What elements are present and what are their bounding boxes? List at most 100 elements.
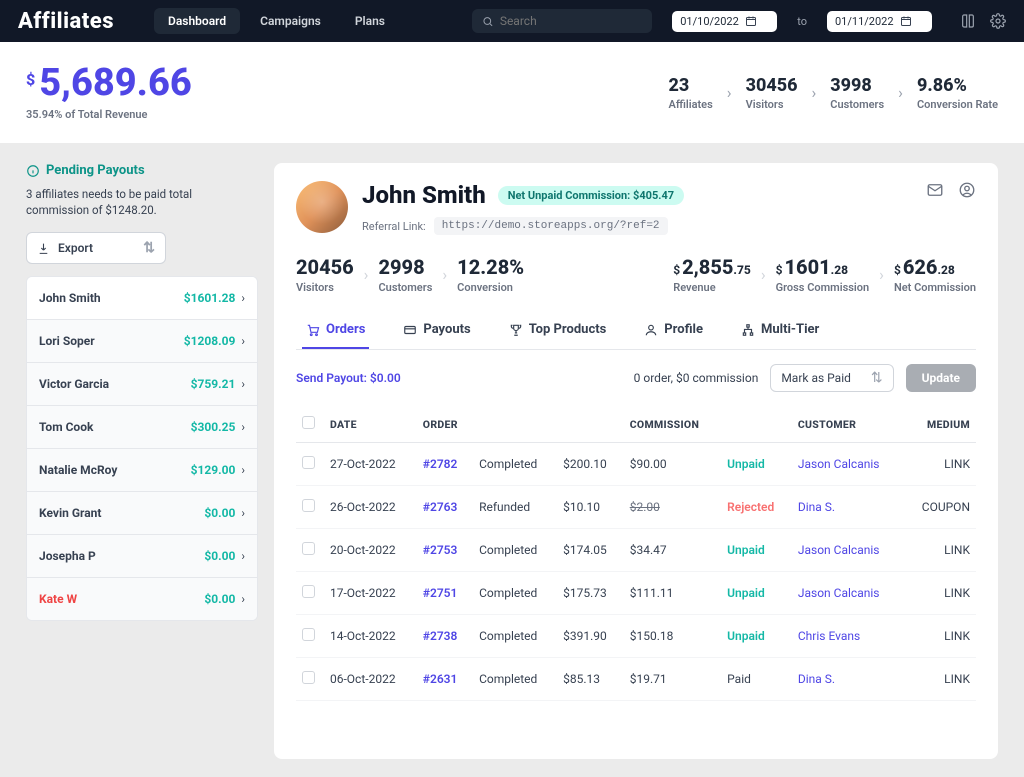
cell-amount: $200.10 xyxy=(557,443,624,486)
docs-icon[interactable] xyxy=(960,13,976,29)
mark-as-select[interactable]: Mark as Paid ⇅ xyxy=(770,364,893,392)
tab-orders[interactable]: Orders xyxy=(302,312,369,349)
th-date: DATE xyxy=(324,406,417,443)
cell-customer[interactable]: Jason Calcanis xyxy=(792,529,904,572)
calendar-icon xyxy=(745,15,757,27)
chevron-right-icon: › xyxy=(898,83,903,102)
orders-table: DATE ORDER COMMISSION CUSTOMER MEDIUM 27… xyxy=(296,406,976,701)
date-from-field[interactable]: 01/10/2022 xyxy=(672,11,777,32)
affiliate-row[interactable]: Kate W $0.00 › xyxy=(27,578,257,620)
table-row: 06-Oct-2022#2631Completed$85.13$19.71Pai… xyxy=(296,658,976,701)
row-checkbox[interactable] xyxy=(296,658,324,701)
th-customer: CUSTOMER xyxy=(792,406,904,443)
affiliate-name: Victor Garcia xyxy=(39,377,109,391)
row-checkbox[interactable] xyxy=(296,572,324,615)
affiliate-name: Josepha P xyxy=(39,549,96,563)
th-payout xyxy=(721,406,792,443)
affiliate-amount: $1208.09 xyxy=(184,334,236,348)
row-checkbox[interactable] xyxy=(296,486,324,529)
table-row: 14-Oct-2022#2738Completed$391.90$150.18U… xyxy=(296,615,976,658)
date-from-value: 01/10/2022 xyxy=(680,15,739,28)
send-payout-link[interactable]: Send Payout: $0.00 xyxy=(296,371,401,385)
tab-multi-tier[interactable]: Multi-Tier xyxy=(737,312,823,349)
affiliate-name: Tom Cook xyxy=(39,420,93,434)
cell-payout-status: Rejected xyxy=(721,486,792,529)
tab-payouts[interactable]: Payouts xyxy=(399,312,474,349)
pending-payouts-header: Pending Payouts xyxy=(26,163,258,178)
affiliate-name: John Smith xyxy=(39,291,101,305)
tab-profile[interactable]: Profile xyxy=(640,312,707,349)
nav-tab-dashboard[interactable]: Dashboard xyxy=(154,8,240,34)
cell-amount: $10.10 xyxy=(557,486,624,529)
cell-order-id[interactable]: #2753 xyxy=(417,529,473,572)
search-box[interactable] xyxy=(472,9,652,33)
profile-header: John Smith Net Unpaid Commission: $405.4… xyxy=(296,181,976,235)
nav-tabs: Dashboard Campaigns Plans xyxy=(154,8,399,34)
cell-order-id[interactable]: #2738 xyxy=(417,615,473,658)
th-commission: COMMISSION xyxy=(624,406,721,443)
affiliate-row[interactable]: Lori Soper$1208.09› xyxy=(27,320,257,363)
affiliate-amount: $0.00 xyxy=(204,592,235,606)
search-input[interactable] xyxy=(500,14,642,28)
card-icon xyxy=(403,323,417,337)
select-arrows-icon: ⇅ xyxy=(143,244,155,252)
row-checkbox[interactable] xyxy=(296,529,324,572)
profile-metrics: 20456Visitors › 2998Customers › 12.28%Co… xyxy=(296,255,976,294)
referral-link[interactable]: https://demo.storeapps.org/?ref=2 xyxy=(434,217,668,235)
total-revenue-block: $ 5,689.66 35.94% of Total Revenue xyxy=(26,64,192,121)
metric-conversion: 12.28%Conversion xyxy=(457,255,524,294)
chevron-right-icon: › xyxy=(241,592,245,606)
cell-medium: LINK xyxy=(904,572,976,615)
topnav-icons xyxy=(960,13,1006,29)
cell-commission: $34.47 xyxy=(624,529,721,572)
affiliate-row[interactable]: Victor Garcia$759.21› xyxy=(27,363,257,406)
body: Pending Payouts 3 affiliates needs to be… xyxy=(0,143,1024,777)
affiliate-row[interactable]: Josepha P$0.00› xyxy=(27,535,257,578)
row-checkbox[interactable] xyxy=(296,615,324,658)
nav-tab-campaigns[interactable]: Campaigns xyxy=(246,8,335,34)
cell-order-id[interactable]: #2763 xyxy=(417,486,473,529)
cell-medium: LINK xyxy=(904,615,976,658)
affiliate-name: Kate W xyxy=(39,592,77,606)
date-to-field[interactable]: 01/11/2022 xyxy=(827,11,932,32)
cell-status: Completed xyxy=(473,443,557,486)
cell-status: Completed xyxy=(473,615,557,658)
cell-customer[interactable]: Dina S. xyxy=(792,658,904,701)
affiliate-row[interactable]: John Smith$1601.28› xyxy=(27,277,257,320)
cell-medium: LINK xyxy=(904,658,976,701)
update-button[interactable]: Update xyxy=(906,364,976,392)
summary-customers: 3998Customers xyxy=(830,75,884,111)
affiliate-name: Natalie McRoy xyxy=(39,463,117,477)
cell-customer[interactable]: Chris Evans xyxy=(792,615,904,658)
orders-table-wrap: DATE ORDER COMMISSION CUSTOMER MEDIUM 27… xyxy=(296,406,976,759)
chevron-right-icon: › xyxy=(241,549,245,563)
tab-top-products[interactable]: Top Products xyxy=(505,312,611,349)
summary-conversion: 9.86%Conversion Rate xyxy=(917,75,998,111)
cell-amount: $175.73 xyxy=(557,572,624,615)
profile-action-icons xyxy=(926,181,976,199)
user-icon[interactable] xyxy=(958,181,976,199)
referral-label: Referral Link: xyxy=(362,220,426,233)
profile-tab-icon xyxy=(644,323,658,337)
chevron-right-icon: › xyxy=(241,420,245,434)
metric-visitors: 20456Visitors xyxy=(296,255,354,294)
row-checkbox[interactable] xyxy=(296,443,324,486)
cell-order-id[interactable]: #2782 xyxy=(417,443,473,486)
affiliate-row[interactable]: Tom Cook$300.25› xyxy=(27,406,257,449)
affiliate-row[interactable]: Natalie McRoy$129.00› xyxy=(27,449,257,492)
export-button[interactable]: Export ⇅ xyxy=(26,232,166,264)
order-selection-text: 0 order, $0 commission xyxy=(634,371,759,385)
th-order: ORDER xyxy=(417,406,473,443)
cell-customer[interactable]: Jason Calcanis xyxy=(792,443,904,486)
mail-icon[interactable] xyxy=(926,181,944,199)
cell-customer[interactable]: Jason Calcanis xyxy=(792,572,904,615)
affiliate-amount: $759.21 xyxy=(191,377,236,391)
cell-order-id[interactable]: #2631 xyxy=(417,658,473,701)
select-all-header[interactable] xyxy=(296,406,324,443)
th-amount xyxy=(557,406,624,443)
cell-order-id[interactable]: #2751 xyxy=(417,572,473,615)
gear-icon[interactable] xyxy=(990,13,1006,29)
nav-tab-plans[interactable]: Plans xyxy=(341,8,399,34)
cell-customer[interactable]: Dina S. xyxy=(792,486,904,529)
affiliate-row[interactable]: Kevin Grant$0.00› xyxy=(27,492,257,535)
